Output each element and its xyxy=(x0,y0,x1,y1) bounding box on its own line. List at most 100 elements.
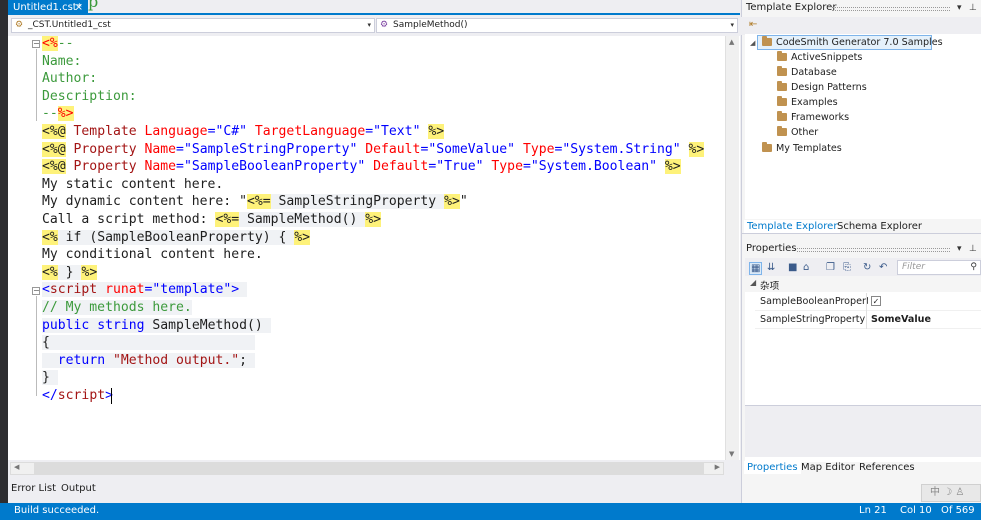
background-fragment: p xyxy=(88,0,99,11)
tree-item-database[interactable]: Database xyxy=(777,66,837,78)
code-line[interactable]: <%@ Template Language = "C#" TargetLanguag… xyxy=(42,123,704,141)
code-line[interactable]: { xyxy=(42,334,704,352)
save-icon[interactable]: ■ xyxy=(788,262,797,273)
pin-icon[interactable]: ⊥ xyxy=(969,244,977,254)
load-icon[interactable]: ⌂ xyxy=(803,262,809,273)
code-token: SampleMethod() xyxy=(239,211,366,227)
folder-icon xyxy=(777,51,787,61)
open-folder-icon[interactable]: ⇤ xyxy=(749,19,757,30)
code-token xyxy=(49,335,255,351)
horizontal-scroll-thumb[interactable] xyxy=(34,463,704,474)
copy-icon[interactable]: ❐ xyxy=(826,262,835,273)
code-line[interactable]: My dynamic content here: "<%= SampleStri… xyxy=(42,193,704,211)
expand-icon[interactable]: ◢ xyxy=(750,39,755,47)
code-line[interactable]: } xyxy=(42,369,704,387)
type-dropdown[interactable]: ⚙ _CST.Untitled1_cst ▾ xyxy=(11,18,375,33)
tab-schema-explorer[interactable]: Schema Explorer xyxy=(834,220,925,233)
vertical-scrollbar[interactable]: ▲ ▼ xyxy=(725,36,739,460)
filter-input[interactable]: Filter ⚲ xyxy=(897,260,981,275)
scroll-left-icon[interactable]: ◀ xyxy=(14,463,19,471)
code-token: Property xyxy=(65,141,145,157)
tree-item-design-patterns[interactable]: Design Patterns xyxy=(777,81,867,93)
code-token: Type xyxy=(483,159,523,175)
scroll-right-icon[interactable]: ▶ xyxy=(715,463,720,471)
collapse-icon[interactable]: − xyxy=(32,40,40,48)
tab-output[interactable]: Output xyxy=(61,483,96,494)
tree-item-examples[interactable]: Examples xyxy=(777,96,838,108)
property-category[interactable]: ◢ 杂项 xyxy=(745,277,981,292)
code-line[interactable]: </script> xyxy=(42,387,704,405)
tree-item-other[interactable]: Other xyxy=(777,126,818,138)
scroll-up-icon[interactable]: ▲ xyxy=(729,38,734,46)
property-row[interactable]: SampleStringProperty SomeValue xyxy=(755,311,981,329)
property-row[interactable]: SampleBooleanProperty ✓ xyxy=(755,293,981,311)
property-name: SampleBooleanProperty xyxy=(760,296,868,307)
tab-references[interactable]: References xyxy=(856,461,918,474)
property-value[interactable]: SomeValue xyxy=(871,314,931,325)
tree-item-frameworks[interactable]: Frameworks xyxy=(777,111,849,123)
dropdown-icon[interactable]: ▾ xyxy=(957,244,962,254)
paste-icon[interactable]: ⎘ xyxy=(843,262,851,273)
code-line[interactable]: Name: xyxy=(42,53,704,71)
pin-icon[interactable]: ⊥ xyxy=(969,3,977,13)
code-token: < xyxy=(42,282,50,298)
code-token: %> xyxy=(365,211,382,227)
collapse-icon[interactable]: ◢ xyxy=(750,278,756,287)
ime-indicator[interactable]: 中 ☽ ♙ xyxy=(921,484,981,502)
divider xyxy=(866,311,867,329)
refresh-icon[interactable]: ↻ xyxy=(863,262,871,273)
code-token: Template xyxy=(65,123,145,139)
tab-untitled1[interactable]: Untitled1.cst* × xyxy=(8,0,88,15)
tree-item-root[interactable]: CodeSmith Generator 7.0 Samples xyxy=(762,36,943,48)
code-token: <% xyxy=(42,229,58,245)
dropdown-icon[interactable]: ▾ xyxy=(957,3,962,13)
tree-item-activesnippets[interactable]: ActiveSnippets xyxy=(777,51,862,63)
code-token: "C#" xyxy=(215,123,248,139)
code-line[interactable]: <%-- xyxy=(42,35,704,53)
properties-title: Properties xyxy=(746,243,797,254)
title-grip xyxy=(832,7,950,11)
tab-properties[interactable]: Properties xyxy=(744,461,801,474)
code-token: <%@ xyxy=(42,159,66,175)
code-line[interactable]: // My methods here. xyxy=(42,299,704,317)
code-line[interactable]: Description: xyxy=(42,88,704,106)
code-token: } xyxy=(42,370,50,386)
code-text[interactable]: <%-- Name: Author: Description: --%> <%@ Temp… xyxy=(42,35,705,405)
code-line[interactable]: Call a script method: <%= SampleMethod()… xyxy=(42,211,704,229)
category-label: 杂项 xyxy=(760,281,780,292)
property-checkbox[interactable]: ✓ xyxy=(871,296,881,306)
code-token: script xyxy=(49,282,98,298)
chevron-down-icon: ▾ xyxy=(730,21,734,29)
code-token: Property xyxy=(65,159,145,175)
code-line[interactable]: public string SampleMethod() xyxy=(42,317,704,335)
code-line[interactable]: <%@ Property Name="SampleBooleanProperty… xyxy=(42,158,704,176)
code-line[interactable]: <%@ Property Name="SampleStringProperty"… xyxy=(42,141,705,159)
code-line[interactable]: return "Method output."; xyxy=(42,352,704,370)
member-dropdown[interactable]: ⚙ SampleMethod() ▾ xyxy=(376,18,738,33)
tab-error-list[interactable]: Error List xyxy=(11,483,56,494)
code-line[interactable]: <% if (SampleBooleanProperty) { %> xyxy=(42,229,704,247)
collapse-icon[interactable]: − xyxy=(32,287,40,295)
tab-template-explorer[interactable]: Template Explorer xyxy=(744,220,841,233)
code-line[interactable]: <% } %> xyxy=(42,264,704,282)
code-line[interactable]: Author: xyxy=(42,70,704,88)
close-icon[interactable]: × xyxy=(75,0,83,15)
tree-item-my-templates[interactable]: My Templates xyxy=(762,142,842,154)
tab-map-editor[interactable]: Map Editor xyxy=(798,461,858,474)
editor-gutter xyxy=(10,36,30,460)
left-strip xyxy=(0,0,8,503)
scroll-down-icon[interactable]: ▼ xyxy=(729,450,734,458)
code-token: string xyxy=(97,317,145,333)
alphabetical-icon[interactable]: ⇊ xyxy=(767,262,775,273)
code-token: if (SampleBooleanProperty) { xyxy=(57,229,295,245)
categorized-icon[interactable]: ▦ xyxy=(749,262,763,275)
code-token: = xyxy=(176,141,184,157)
code-token: Default xyxy=(357,141,421,157)
code-line[interactable]: <script runat="template"> xyxy=(42,281,704,299)
code-line[interactable]: My static content here. xyxy=(42,176,704,194)
undo-icon[interactable]: ↶ xyxy=(879,262,887,273)
code-line[interactable]: My conditional content here. xyxy=(42,246,704,264)
code-line[interactable]: --%> xyxy=(42,105,704,123)
code-token: public xyxy=(42,317,90,333)
